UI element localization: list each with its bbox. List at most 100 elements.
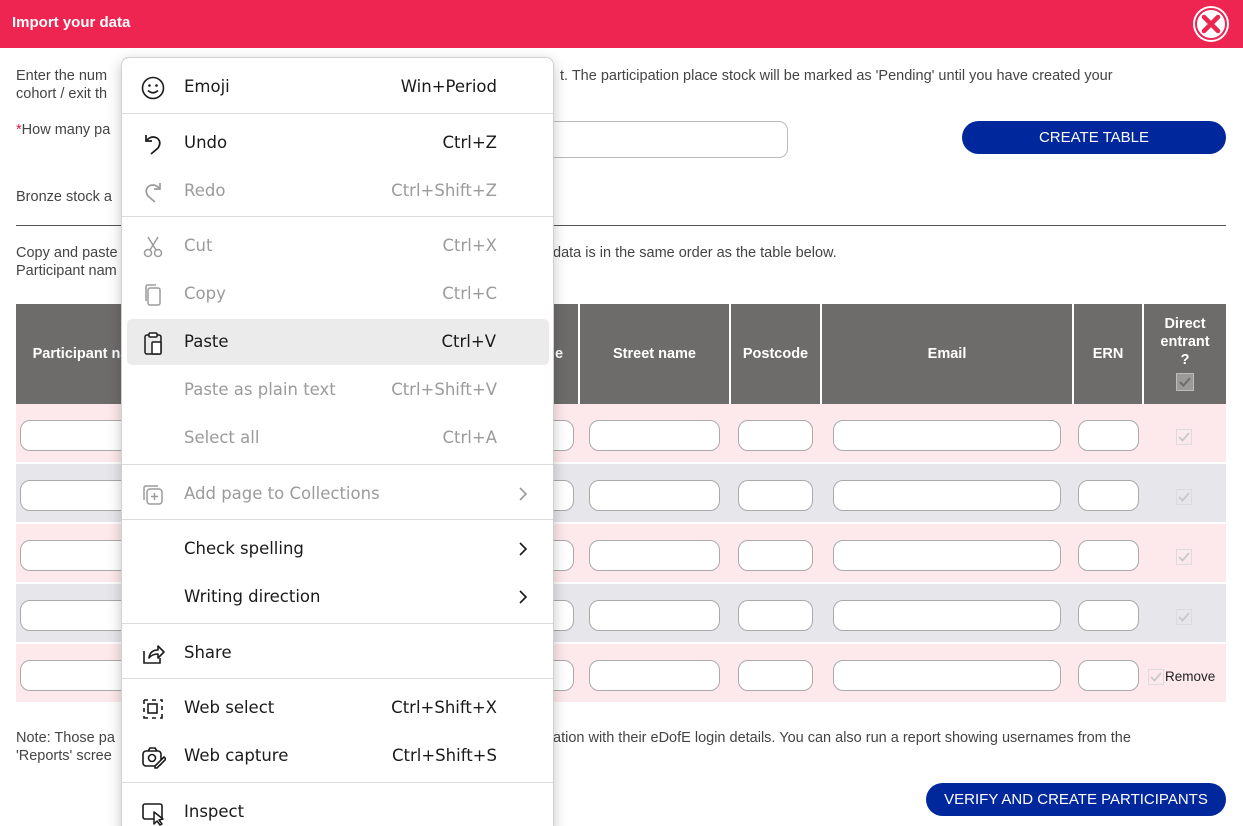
menu-item-label: Writing direction bbox=[184, 587, 321, 606]
menu-separator bbox=[122, 519, 553, 520]
menu-item-label: Select all bbox=[184, 428, 260, 447]
stock-text: Bronze stock a bbox=[16, 189, 112, 205]
menu-item-copy[interactable]: Copy Ctrl+C bbox=[122, 271, 553, 317]
chevron-right-icon bbox=[519, 590, 528, 604]
participant-name-input[interactable] bbox=[20, 540, 130, 571]
email-input[interactable] bbox=[833, 660, 1061, 691]
chevron-right-icon bbox=[519, 542, 528, 556]
menu-item-shortcut: Ctrl+Shift+Z bbox=[391, 181, 497, 200]
menu-item-add-page-to-collections[interactable]: Add page to Collections bbox=[122, 471, 553, 517]
context-menu: Emoji Win+Period Undo Ctrl+Z Redo Ctrl+Shift+… bbox=[121, 57, 554, 826]
menu-item-label: Redo bbox=[184, 181, 226, 200]
note-text-line2: 'Reports' scree bbox=[16, 748, 112, 764]
header-ern: ERN bbox=[1074, 304, 1142, 404]
menu-item-shortcut: Ctrl+A bbox=[442, 428, 497, 447]
direct-entrant-checkbox[interactable] bbox=[1176, 429, 1192, 445]
menu-item-redo[interactable]: Redo Ctrl+Shift+Z bbox=[122, 168, 553, 214]
ern-input[interactable] bbox=[1078, 600, 1139, 631]
postcode-input[interactable] bbox=[738, 660, 813, 691]
menu-item-web-capture[interactable]: Web capture Ctrl+Shift+S bbox=[122, 733, 553, 779]
postcode-input[interactable] bbox=[738, 480, 813, 511]
direct-entrant-checkbox[interactable] bbox=[1176, 609, 1192, 625]
header-street-name-text: Street name bbox=[612, 346, 696, 362]
direct-entrant-checkbox[interactable] bbox=[1176, 489, 1192, 505]
menu-item-select-all[interactable]: Select all Ctrl+A bbox=[122, 415, 553, 461]
copy-icon bbox=[145, 284, 161, 306]
menu-item-undo[interactable]: Undo Ctrl+Z bbox=[122, 120, 553, 166]
postcode-input[interactable] bbox=[738, 600, 813, 631]
street-name-input[interactable] bbox=[589, 540, 720, 571]
direct-entrant-checkbox[interactable] bbox=[1148, 669, 1164, 685]
menu-item-check-spelling[interactable]: Check spelling bbox=[122, 526, 553, 572]
header-email: Email bbox=[822, 304, 1072, 404]
close-button[interactable] bbox=[1193, 6, 1229, 42]
street-name-input[interactable] bbox=[589, 480, 720, 511]
close-icon bbox=[1195, 8, 1227, 40]
menu-item-label: Inspect bbox=[184, 802, 245, 821]
select-all-checkbox[interactable] bbox=[1176, 373, 1194, 391]
header-direct-entrant-text: Direct entrant ? bbox=[1160, 316, 1210, 368]
ern-input[interactable] bbox=[1078, 660, 1139, 691]
menu-item-label: Web select bbox=[184, 698, 275, 717]
street-name-input[interactable] bbox=[589, 600, 720, 631]
email-input[interactable] bbox=[833, 600, 1061, 631]
menu-item-cut[interactable]: Cut Ctrl+X bbox=[122, 223, 553, 269]
menu-item-inspect[interactable]: Inspect bbox=[122, 789, 553, 826]
collections-icon bbox=[143, 485, 163, 505]
participant-name-input[interactable] bbox=[20, 420, 130, 451]
menu-item-paste[interactable]: Paste Ctrl+V bbox=[127, 319, 549, 365]
menu-item-shortcut: Win+Period bbox=[400, 77, 497, 96]
share-icon bbox=[143, 645, 165, 664]
ern-input[interactable] bbox=[1078, 420, 1139, 451]
paste-instructions-start: Copy and paste bbox=[16, 245, 118, 261]
menu-item-label: Paste as plain text bbox=[184, 380, 336, 399]
participant-name-input[interactable] bbox=[20, 480, 130, 511]
menu-item-shortcut: Ctrl+Shift+S bbox=[392, 746, 497, 765]
header-ern-text: ERN bbox=[1092, 346, 1124, 362]
paste-icon bbox=[144, 332, 162, 355]
menu-separator bbox=[122, 782, 553, 783]
redo-icon bbox=[145, 183, 161, 203]
create-table-button[interactable]: CREATE TABLE bbox=[962, 121, 1226, 154]
email-input[interactable] bbox=[833, 420, 1061, 451]
menu-item-paste-as-plain-text[interactable]: Paste as plain text Ctrl+Shift+V bbox=[122, 367, 553, 413]
menu-item-writing-direction[interactable]: Writing direction bbox=[122, 574, 553, 620]
menu-item-shortcut: Ctrl+X bbox=[442, 236, 498, 255]
header-postcode: Postcode bbox=[731, 304, 820, 404]
chevron-right-icon bbox=[519, 487, 528, 501]
street-name-input[interactable] bbox=[589, 660, 720, 691]
postcode-input[interactable] bbox=[738, 540, 813, 571]
paste-instructions-line2: Participant nam bbox=[16, 263, 117, 279]
note-text-start: Note: Those pa bbox=[16, 730, 115, 746]
ern-input[interactable] bbox=[1078, 480, 1139, 511]
menu-separator bbox=[122, 464, 553, 465]
intro-text-line2: cohort / exit th bbox=[16, 86, 108, 102]
menu-item-share[interactable]: Share bbox=[122, 630, 553, 676]
header-direct-entrant: Direct entrant ? bbox=[1144, 304, 1226, 404]
verify-create-participants-button[interactable]: VERIFY AND CREATE PARTICIPANTS bbox=[926, 783, 1226, 816]
remove-row-link[interactable]: Remove bbox=[1165, 669, 1215, 684]
menu-item-shortcut: Ctrl+Shift+V bbox=[391, 380, 497, 399]
header-postcode-text: Postcode bbox=[742, 346, 809, 362]
header-email-text: Email bbox=[927, 346, 967, 362]
menu-item-label: Web capture bbox=[184, 746, 289, 765]
paste-instructions-end: data is in the same order as the table b… bbox=[553, 245, 837, 261]
undo-icon bbox=[145, 135, 161, 155]
menu-item-web-select[interactable]: Web select Ctrl+Shift+X bbox=[122, 685, 553, 731]
direct-entrant-checkbox[interactable] bbox=[1176, 549, 1192, 565]
header-street-name: Street name bbox=[580, 304, 729, 404]
note-text-end: ation with their eDofE login details. Yo… bbox=[553, 730, 1131, 746]
menu-separator bbox=[122, 678, 553, 679]
ern-input[interactable] bbox=[1078, 540, 1139, 571]
count-field-label-text: How many pa bbox=[21, 122, 111, 138]
menu-item-emoji[interactable]: Emoji Win+Period bbox=[122, 64, 553, 110]
header-partial-text: e bbox=[554, 346, 564, 362]
participant-count-input[interactable] bbox=[540, 121, 788, 158]
participant-name-input[interactable] bbox=[20, 600, 130, 631]
street-name-input[interactable] bbox=[589, 420, 720, 451]
count-field-label: *How many pa bbox=[16, 121, 110, 139]
postcode-input[interactable] bbox=[738, 420, 813, 451]
participant-name-input[interactable] bbox=[20, 660, 130, 691]
email-input[interactable] bbox=[833, 540, 1061, 571]
email-input[interactable] bbox=[833, 480, 1061, 511]
